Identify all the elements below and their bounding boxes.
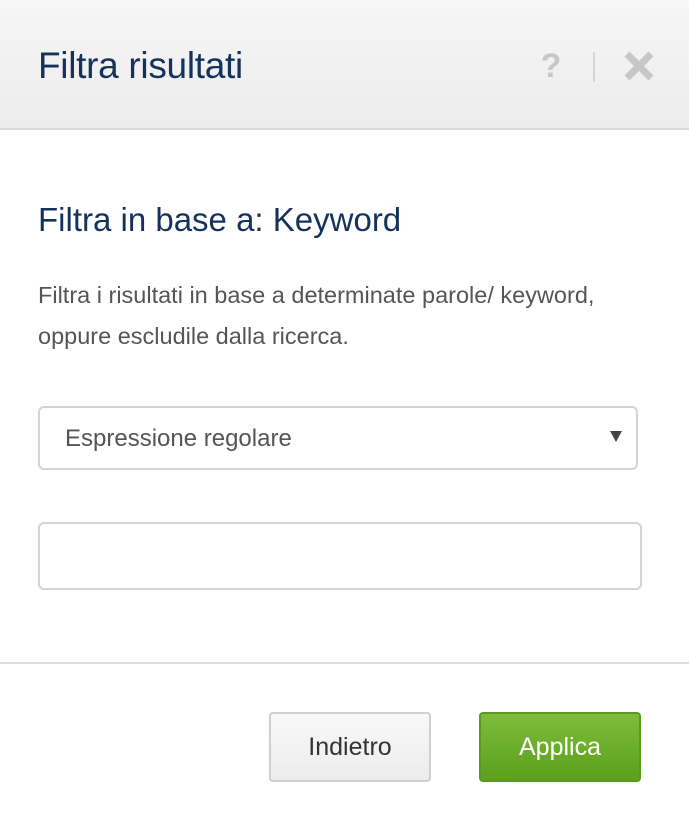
close-button[interactable]	[622, 46, 658, 86]
dialog-header: Filtra risultati ?	[0, 0, 689, 130]
match-type-selected-value: Espressione regolare	[65, 425, 292, 452]
apply-button[interactable]: Applica	[479, 712, 641, 782]
keyword-input[interactable]	[38, 522, 642, 590]
help-icon: ?	[540, 47, 562, 85]
footer-divider	[0, 662, 689, 664]
dropdown-arrow-icon	[610, 431, 622, 442]
back-button[interactable]: Indietro	[269, 712, 431, 782]
header-divider	[593, 52, 595, 82]
close-icon	[624, 51, 654, 81]
dialog-title: Filtra risultati	[38, 45, 243, 86]
filter-description: Filtra i risultati in base a determinate…	[38, 282, 595, 349]
match-type-select[interactable]: Espressione regolare	[38, 406, 638, 470]
help-button[interactable]: ?	[536, 46, 566, 86]
filter-dialog: Filtra risultati ? Filtra in base a: Key…	[0, 0, 689, 813]
filter-heading: Filtra in base a: Keyword	[38, 201, 402, 238]
